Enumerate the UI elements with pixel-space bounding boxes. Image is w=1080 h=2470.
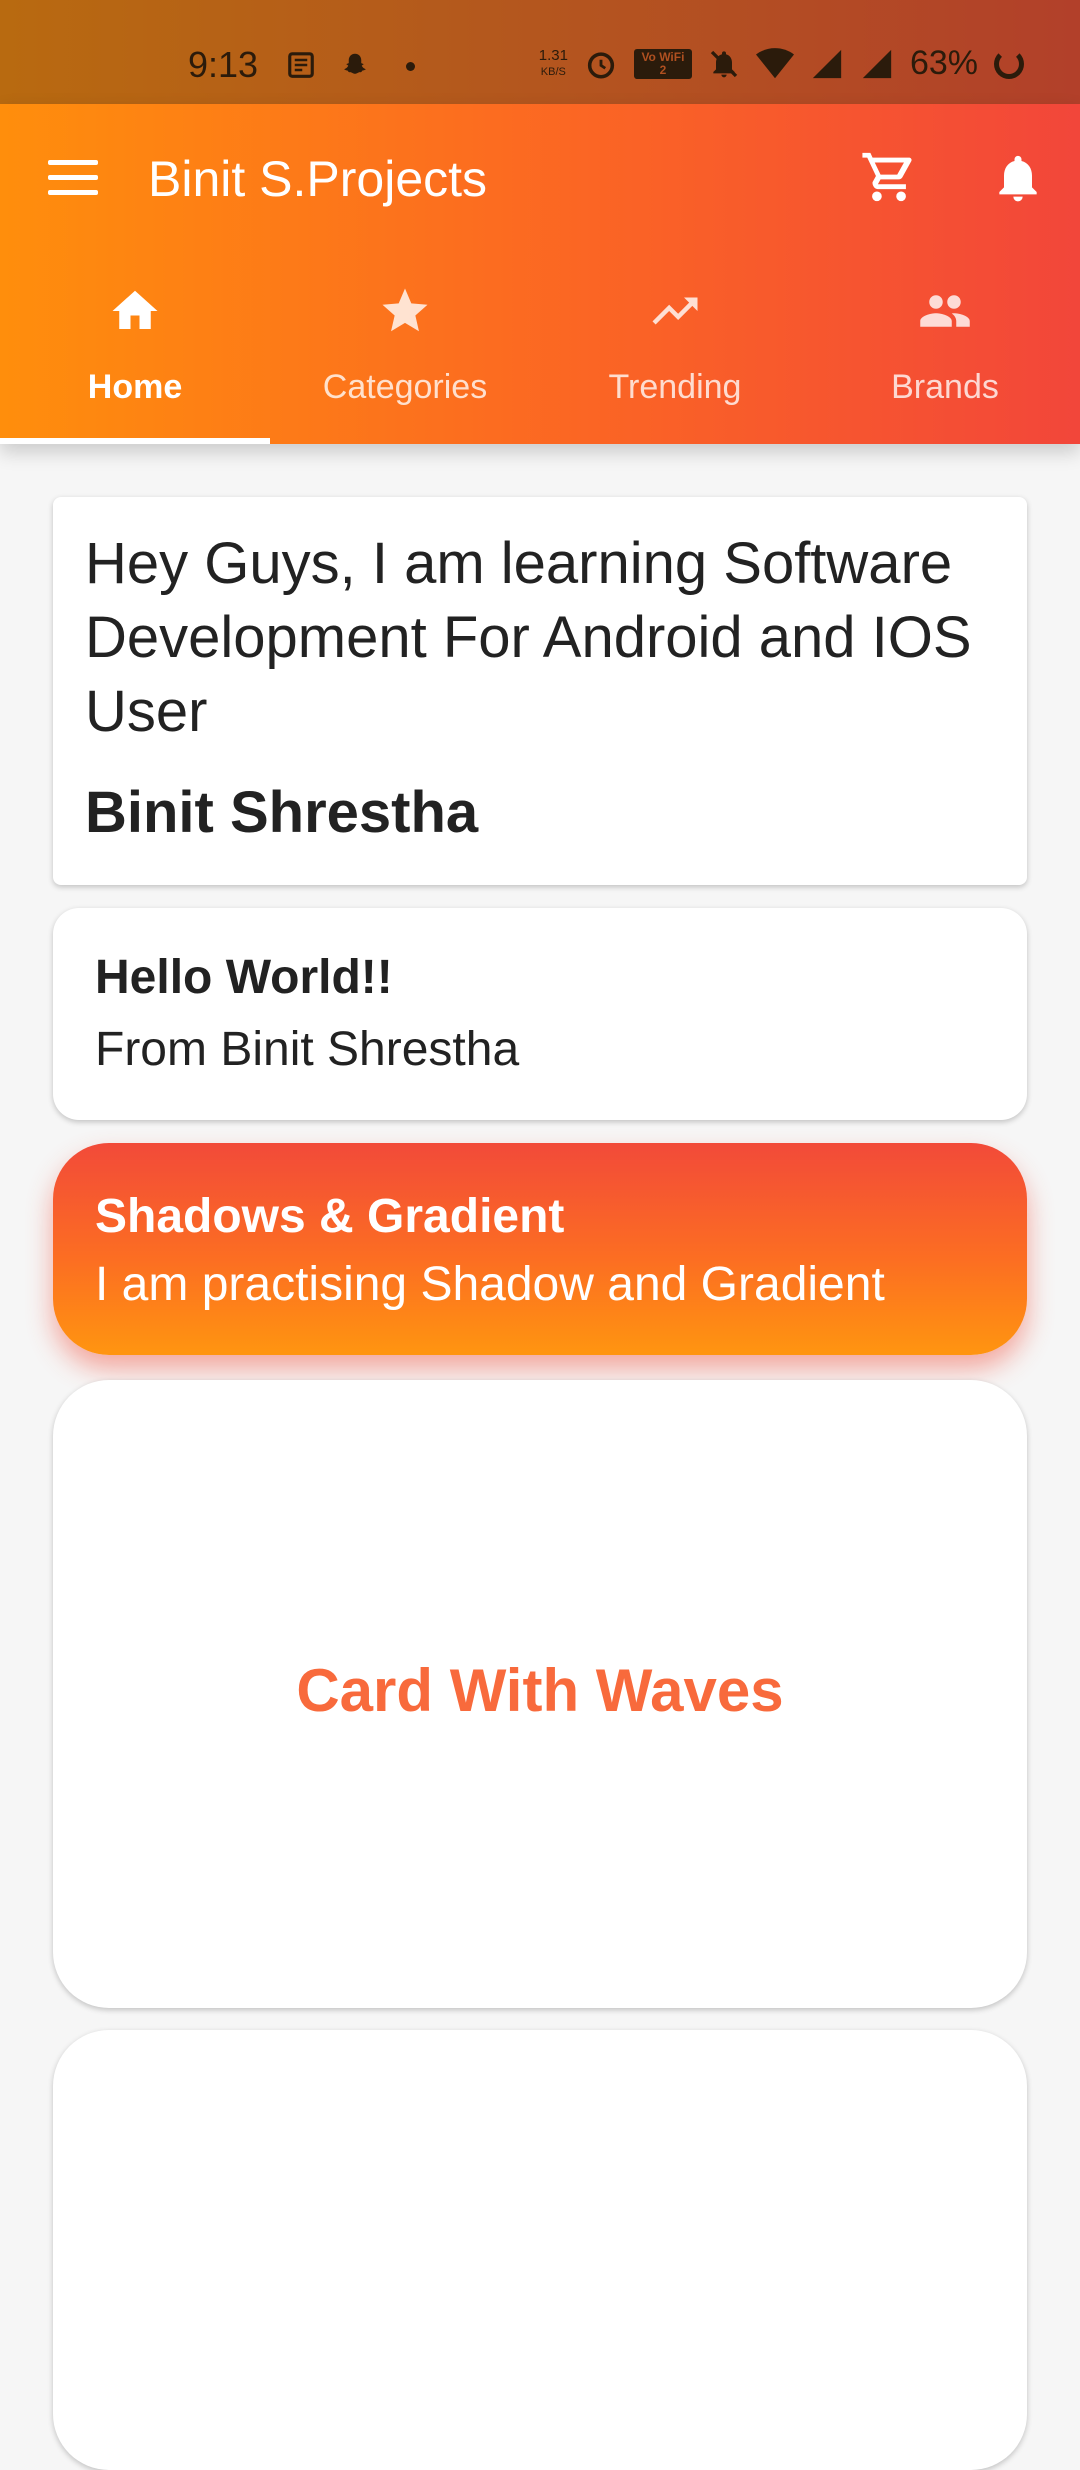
speed-value: 1.31 <box>538 46 568 64</box>
bell-icon[interactable] <box>990 148 1046 208</box>
tab-label: Categories <box>322 368 488 406</box>
intro-text: Hey Guys, I am learning Software Develop… <box>85 531 972 744</box>
status-right: 1.31 KB/S Vo WiFi 2 63% <box>539 44 1024 83</box>
gradient-subtitle: I am practising Shadow and Gradient <box>95 1258 885 1311</box>
empty-card <box>53 2030 1027 2470</box>
alarm-icon <box>587 51 615 79</box>
tab-categories[interactable]: Categories <box>270 284 540 444</box>
intro-card: Hey Guys, I am learning Software Develop… <box>53 497 1027 885</box>
speed-unit: KB/S <box>540 65 566 78</box>
tab-home[interactable]: Home <box>0 284 270 444</box>
bell-off-icon <box>710 50 738 77</box>
signal-icon <box>812 49 842 78</box>
app-title: Binit S.Projects <box>148 151 488 207</box>
tab-bar: Home Categories Trending Brands <box>0 284 1080 444</box>
snapchat-icon <box>344 53 366 74</box>
home-icon <box>112 290 158 329</box>
tab-label: Home <box>87 368 183 406</box>
people-icon <box>920 295 970 327</box>
tab-trending[interactable]: Trending <box>540 284 810 444</box>
hello-card: Hello World!! From Binit Shrestha <box>53 908 1027 1120</box>
hello-title: Hello World!! <box>95 951 393 1004</box>
signal-icon-2 <box>862 49 892 78</box>
tab-indicator <box>0 438 270 444</box>
hello-subtitle: From Binit Shrestha <box>95 1023 520 1076</box>
gradient-title: Shadows & Gradient <box>95 1190 565 1243</box>
dot-icon <box>406 62 415 71</box>
battery-percent: 63% <box>909 44 978 82</box>
wifi-calling-badge: Vo WiFi 2 <box>633 48 692 79</box>
status-bar: 9:13 1.31 KB/S Vo WiFi 2 63% <box>0 0 1080 104</box>
star-icon <box>382 288 428 332</box>
network-speed: 1.31 KB/S <box>538 46 568 80</box>
tab-label: Brands <box>891 368 999 406</box>
battery-ring-icon <box>994 48 1024 79</box>
app-bar: Binit S.Projects Home Categories Trendin… <box>0 104 1080 444</box>
cart-icon[interactable] <box>860 148 918 206</box>
trending-up-icon <box>652 297 698 325</box>
gradient-card: Shadows & Gradient I am practising Shado… <box>53 1143 1027 1355</box>
intro-name: Binit Shrestha <box>85 780 479 845</box>
wifi-icon <box>755 47 794 78</box>
news-icon <box>288 52 314 78</box>
waves-card: Card With Waves <box>53 1380 1027 2008</box>
waves-title: Card With Waves <box>296 1657 784 1724</box>
tab-label: Trending <box>608 368 742 406</box>
tab-brands[interactable]: Brands <box>810 284 1080 444</box>
status-time: 9:13 <box>188 44 259 85</box>
menu-icon[interactable] <box>48 160 98 196</box>
